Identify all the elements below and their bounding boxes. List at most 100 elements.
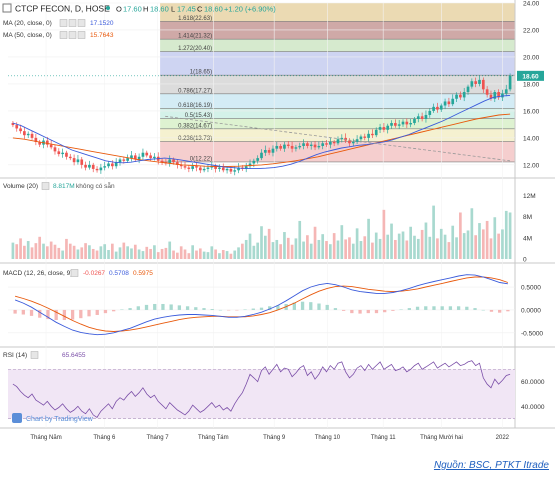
settings-icon[interactable] [68,19,77,27]
volume-bar [493,217,497,259]
settings-icon[interactable] [70,269,79,277]
candle-body [413,119,416,124]
settings-icon[interactable] [41,182,50,190]
volume-bar [172,250,175,259]
time-tick-label[interactable]: Tháng 7 [147,435,170,441]
volume-tick-label[interactable]: 8M [523,214,532,221]
rsi-pane[interactable] [8,360,515,419]
settings-icon[interactable] [30,351,39,359]
candle-body [30,133,34,138]
settings-icon[interactable] [68,31,77,39]
ma50-controls[interactable] [59,31,86,39]
macd-histogram-bar [169,304,173,310]
price-badge-label: 18.60 [522,73,539,80]
candle-body [15,125,19,129]
source-caption[interactable]: Nguồn: BSC, PTKT Itrade [434,460,549,471]
volume-bar [455,237,458,259]
price-tick-label[interactable]: 22.00 [523,27,540,34]
volume-bar [443,234,447,259]
volume-tick-label[interactable]: 4M [523,235,532,242]
volume-bar [141,251,145,259]
time-tick-label[interactable]: Tháng Năm [30,435,61,441]
volume-bar [317,239,321,259]
candle-body [76,159,80,163]
volume-bar [348,237,351,259]
macd-histogram-bar [333,308,338,310]
candle-body [470,81,474,87]
volume-bar [428,236,432,259]
volume-bar [164,247,168,259]
fib-level-label: 1.618(22.63) [178,16,212,22]
candle-body [478,79,481,84]
time-axis[interactable]: Tháng Năm Tháng 6 Tháng 7 Tháng Tám Tháng 9 T… [30,435,509,441]
macd-tick-label[interactable]: 0.5000 [521,285,541,292]
volume-bar [206,252,210,259]
time-tick-label[interactable]: Tháng Tám [198,435,229,441]
candle-body [290,145,294,149]
candle-body [84,164,87,168]
macd-histogram-bar [13,309,17,314]
macd-histogram-bar [456,306,461,310]
close-value: 18.60 [204,5,223,14]
price-tick-label[interactable]: 12.00 [523,162,540,169]
volume-bar [401,231,405,259]
macd-histogram-bar [448,306,453,310]
macd-histogram-bar [341,309,346,311]
macd-histogram-bar [103,309,108,314]
rsi-tick-label[interactable]: 60.0000 [521,379,545,386]
price-tick-label[interactable]: 20.00 [523,54,540,61]
candle-body [229,168,233,172]
low-value: 17.45 [177,5,196,14]
ma20-value: 17.1520 [90,20,114,27]
macd-tick-label[interactable]: 0.0000 [521,307,541,314]
visibility-icon[interactable] [59,19,68,27]
close-icon[interactable] [77,31,86,39]
candle-body [111,163,114,167]
candle-body [137,156,141,160]
volume-bar [332,233,336,259]
volume-bar [218,253,221,259]
price-tick-label[interactable]: 18.00 [523,81,540,88]
macd-tick-label[interactable]: -0.5000 [521,330,543,337]
volume-bar [126,246,129,259]
volume-bar [187,253,191,259]
candle-body [130,155,133,159]
high-value: 18.60 [150,5,169,14]
volume-bar [501,229,504,259]
macd-histogram-bar [358,309,362,314]
time-tick-label[interactable]: Tháng Mười hai [420,435,463,441]
time-tick-label[interactable]: Tháng 10 [315,435,341,441]
candle-body [447,101,451,105]
time-tick-label[interactable]: Tháng 6 [93,435,116,441]
close-label: C [197,5,203,14]
time-tick-label[interactable]: 2022 [496,435,510,441]
price-tick-label[interactable]: 16.00 [523,108,540,115]
ma20-controls[interactable] [59,19,86,27]
price-tick-label[interactable]: 24.00 [523,1,540,8]
candle-body [485,89,489,95]
time-tick-label[interactable]: Tháng 11 [371,435,397,441]
volume-tick-label[interactable]: 0 [523,257,527,264]
candle-body [65,152,68,157]
volume-tick-label[interactable]: 12M [523,193,536,200]
volume-bar [466,230,470,259]
volume-bar [355,228,359,259]
volume-bar [42,243,45,259]
volume-bar [34,243,38,259]
candle-body [493,92,497,99]
volume-bar [485,220,489,259]
macd-histogram-bar [481,309,485,311]
candle-body [466,86,470,93]
volume-bar [91,248,95,259]
time-tick-label[interactable]: Tháng 9 [263,435,286,441]
price-tick-label[interactable]: 14.00 [523,135,540,142]
candle-body [218,167,221,169]
volume-bar [351,243,355,259]
rsi-tick-label[interactable]: 40.0000 [521,404,545,411]
volume-bar [133,244,137,259]
volume-bar [103,244,107,259]
macd-histogram-bar [128,308,132,310]
visibility-icon[interactable] [59,31,68,39]
close-icon[interactable] [77,19,86,27]
ma20-label: MA (20, close, 0) [3,20,52,27]
